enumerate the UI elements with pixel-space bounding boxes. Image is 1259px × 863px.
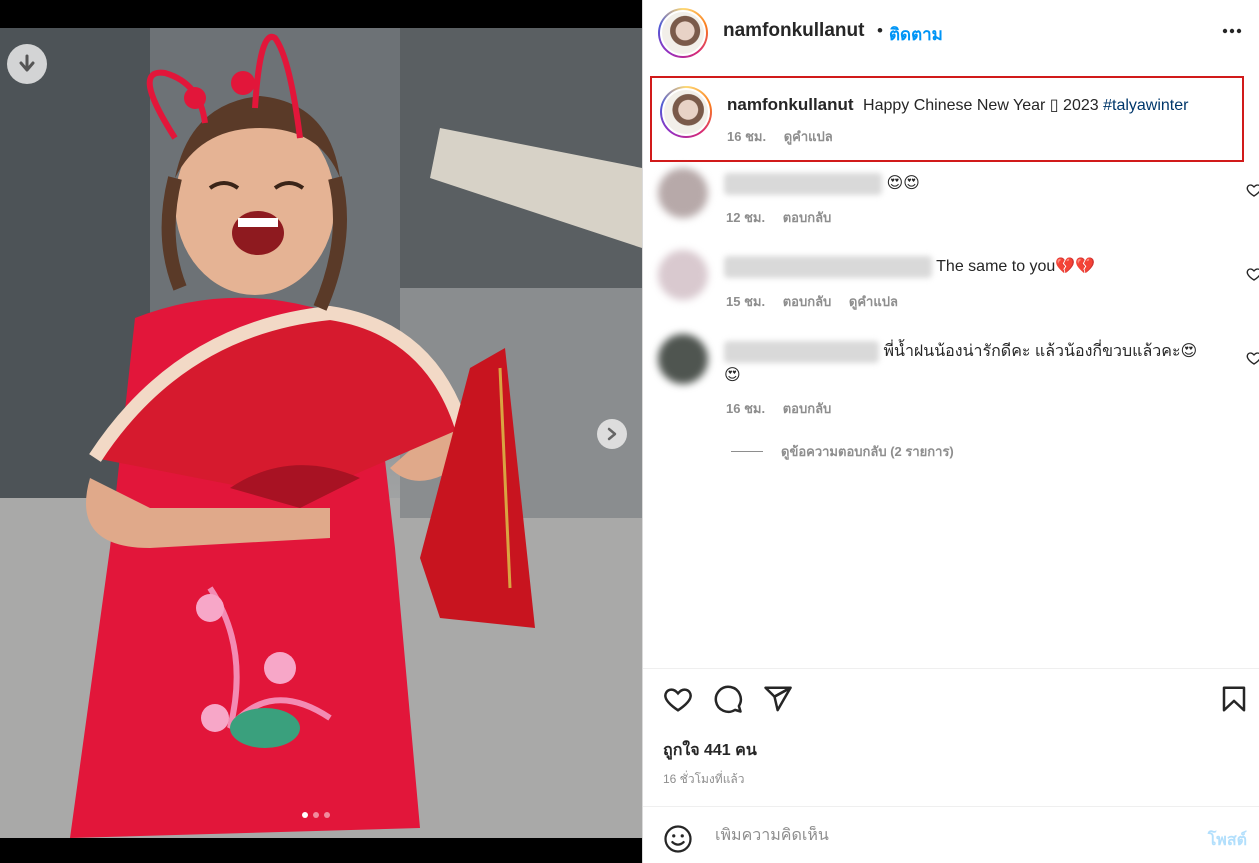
carousel-next-button[interactable] [597, 419, 627, 449]
commenter-avatar[interactable] [658, 334, 708, 384]
post-header: namfonkullanut • ติดตาม [643, 0, 1259, 64]
carousel-dot [302, 812, 308, 818]
commenter-username[interactable] [724, 340, 879, 363]
post-comment-button[interactable]: โพสต์ [1208, 828, 1247, 853]
caption-time[interactable]: 16 ชม. [727, 129, 766, 144]
comment-body: 😍😍 [724, 172, 920, 196]
caption-author-avatar[interactable] [660, 86, 712, 138]
caption-hashtag[interactable]: #talyawinter [1103, 97, 1188, 114]
commenter-avatar[interactable] [658, 250, 708, 300]
reply-link[interactable]: ตอบกลับ [783, 401, 832, 416]
author-avatar[interactable] [658, 8, 708, 58]
comment-like-heart-icon[interactable] [1246, 350, 1259, 366]
post-side-panel: namfonkullanut • ติดตาม namfonkullanut H… [642, 0, 1259, 863]
smiley-icon[interactable] [663, 824, 693, 854]
author-username[interactable]: namfonkullanut [723, 20, 864, 42]
comment-meta: 16 ชม. ตอบกลับ [726, 398, 845, 419]
commenter-username[interactable] [724, 255, 932, 278]
comment-text: 😍😍 [886, 175, 920, 192]
view-replies-label: ดูข้อความตอบกลับ (2 รายการ) [781, 444, 954, 459]
divider [643, 668, 1259, 669]
comment-time[interactable]: 15 ชม. [726, 294, 765, 309]
reply-link[interactable]: ตอบกลับ [783, 294, 832, 309]
comment-text-continued: 😍 [724, 367, 741, 384]
likes-count[interactable]: ถูกใจ 441 คน [663, 738, 757, 763]
view-replies-button[interactable]: ดูข้อความตอบกลับ (2 รายการ) [731, 441, 954, 462]
post-actions [643, 684, 1259, 718]
carousel-dot [313, 812, 319, 818]
post-timestamp[interactable]: 16 ชั่วโมงที่แล้ว [663, 770, 745, 789]
comment-body: พี่น้ำฝนน้องน่ารักดีคะ แล้วน้องกี่ขวบแล้… [724, 340, 1224, 388]
view-replies-line [731, 451, 763, 452]
comment-text: พี่น้ำฝนน้องน่ารักดีคะ แล้วน้องกี่ขวบแล้… [883, 343, 1198, 360]
comment-like-heart-icon[interactable] [1246, 182, 1259, 198]
caption-username[interactable]: namfonkullanut [727, 95, 854, 114]
download-button[interactable] [7, 44, 47, 84]
more-horizontal-icon[interactable] [1221, 20, 1243, 42]
comment-time[interactable]: 16 ชม. [726, 401, 765, 416]
reply-link[interactable]: ตอบกลับ [783, 210, 832, 225]
bookmark-icon[interactable] [1219, 684, 1249, 714]
comment-time[interactable]: 12 ชม. [726, 210, 765, 225]
comment-body: The same to you💔💔 [724, 255, 1095, 279]
send-icon[interactable] [763, 684, 793, 714]
comment-input[interactable] [713, 826, 1157, 846]
carousel-indicator [302, 812, 330, 818]
post-media [0, 0, 642, 863]
follow-button[interactable]: ติดตาม [889, 21, 943, 48]
heart-icon[interactable] [663, 684, 693, 714]
carousel-dot [324, 812, 330, 818]
caption-translate-link[interactable]: ดูคำแปล [784, 129, 833, 144]
comment-translate-link[interactable]: ดูคำแปล [849, 294, 898, 309]
add-comment-bar: โพสต์ [643, 818, 1259, 862]
comment-like-heart-icon[interactable] [1246, 266, 1259, 282]
divider [643, 806, 1259, 807]
photo-illustration [0, 28, 642, 838]
header-separator: • [877, 21, 883, 40]
post-caption: namfonkullanut Happy Chinese New Year ▯ … [650, 76, 1244, 162]
arrow-down-circle-icon [19, 54, 35, 72]
chevron-right-icon [607, 427, 617, 441]
comment-meta: 15 ชม. ตอบกลับ ดูคำแปล [726, 291, 912, 312]
caption-body: Happy Chinese New Year ▯ 2023 [863, 97, 1099, 114]
comment-meta: 12 ชม. ตอบกลับ [726, 207, 845, 228]
commenter-username[interactable] [724, 172, 882, 195]
commenter-avatar[interactable] [658, 168, 708, 218]
comment-text: The same to you💔💔 [936, 258, 1096, 275]
post-photo [0, 28, 642, 838]
comment-icon[interactable] [713, 684, 743, 714]
caption-meta: 16 ชม. ดูคำแปล [727, 126, 847, 147]
caption-text: namfonkullanut Happy Chinese New Year ▯ … [727, 95, 1188, 115]
